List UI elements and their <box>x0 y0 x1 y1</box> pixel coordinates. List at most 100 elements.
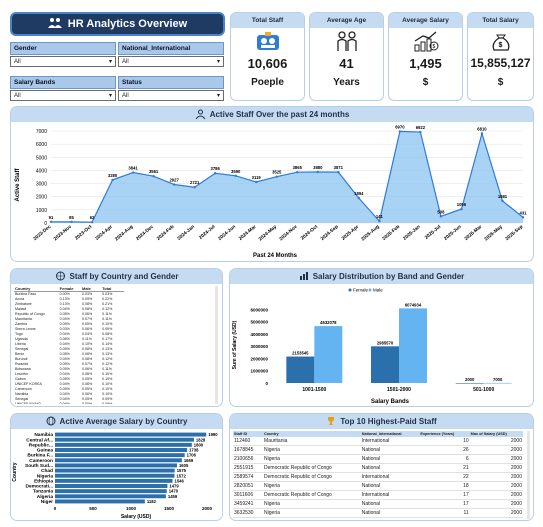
slicer-label: Gender <box>10 42 116 55</box>
active-staff-chart[interactable]: Active Staff Past 24 Months 010002000300… <box>11 123 533 262</box>
x-tick-label: 2025-Aug <box>360 224 380 243</box>
table-cell: 2820051 <box>233 481 264 491</box>
table-cell: 11 <box>419 508 470 518</box>
table-cell: 3459241 <box>233 499 264 509</box>
slicer-label: Salary Bands <box>10 76 116 89</box>
status-slicer[interactable]: Status All ▾ <box>118 76 224 104</box>
data-point <box>480 132 484 135</box>
x-tick-label: 2025-Feb <box>381 224 401 242</box>
table-cell: Nigeria <box>263 454 361 464</box>
x-tick-label: 2024-Mar <box>238 224 258 242</box>
table-cell: Mauritania <box>263 437 361 446</box>
data-point <box>501 199 504 203</box>
salary-distribution-chart[interactable]: Sum of Salary (USD) Salary Bands 0 100000… <box>230 285 533 407</box>
table-cell: National <box>360 499 420 509</box>
national-international-dropdown[interactable]: All ▾ <box>118 56 224 67</box>
data-label: 1459 <box>168 494 178 499</box>
data-label: 3525 <box>272 170 282 175</box>
x-tick-label: 2024-Apr <box>94 224 114 242</box>
table-cell: International <box>360 490 420 500</box>
panel-header: Top 10 Highest-Paid Staff <box>230 414 533 429</box>
top10-table-wrap[interactable]: Staff ID Country National_International Exp… <box>233 431 523 519</box>
bar <box>55 489 167 494</box>
globe-people-icon <box>55 271 66 283</box>
legend-marker <box>348 288 352 292</box>
gender-slicer[interactable]: Gender All ▾ <box>10 42 116 70</box>
y-tick-label: 6000000 <box>250 307 268 312</box>
slicer-label: National_International <box>118 42 224 55</box>
salary-bands-dropdown[interactable]: All ▾ <box>10 90 116 101</box>
table-cell: Nigeria <box>263 445 361 455</box>
dashboard-title: HR Analytics Overview <box>10 12 225 36</box>
y-tick-label: Ethiopia <box>34 478 53 484</box>
y-tick-label: 4000 <box>36 168 47 174</box>
data-label: 1990 <box>208 432 218 437</box>
table-cell: 5616030 <box>233 517 264 519</box>
y-tick-label: 3000 <box>36 182 47 188</box>
y-tick-label: 5000000 <box>250 320 268 325</box>
table-cell: Nigeria <box>263 481 361 491</box>
trophy-icon <box>326 416 336 428</box>
y-tick-label: 6000 <box>36 142 47 148</box>
data-point <box>378 219 381 223</box>
bar <box>483 382 512 384</box>
svg-text:$: $ <box>498 42 502 49</box>
table-cell: National <box>360 481 420 491</box>
bar <box>314 326 343 383</box>
table-cell: 2589574 <box>233 472 264 482</box>
table-cell: 2000 <box>469 508 523 518</box>
bar <box>399 308 427 383</box>
scrollbar[interactable] <box>527 431 530 519</box>
x-axis-label: Salary (USD) <box>121 514 152 520</box>
salary-distribution-panel: Salary Distribution by Band and Gender S… <box>229 268 534 407</box>
table-cell: 4 <box>419 517 470 519</box>
chart-title: Salary Distribution by Band and Gender <box>312 272 465 281</box>
data-label: 2985570 <box>377 340 394 345</box>
bar <box>455 382 484 384</box>
table-cell: National <box>360 508 420 518</box>
x-tick-label: 1000 <box>126 506 137 511</box>
kpi-unit: $ <box>422 77 429 88</box>
chart-title: Active Average Salary by Country <box>59 417 188 426</box>
status-dropdown[interactable]: All ▾ <box>118 90 224 101</box>
data-label: 1681 <box>498 194 508 199</box>
table-cell: 3011606 <box>233 490 264 500</box>
legend-label: Male <box>373 288 383 293</box>
people-chart-icon <box>195 109 206 121</box>
y-tick-label: 2000000 <box>250 356 268 361</box>
x-tick-label: 2024-Oct <box>300 224 320 242</box>
y-axis-label: Sum of Salary (USD) <box>232 320 238 369</box>
bar <box>55 468 175 473</box>
staff-country-table-wrap[interactable]: Country Female Male Total Burkina Faso 0.00%… <box>14 286 124 404</box>
table-row: 2100656 Nigeria National 6 2000 <box>233 454 523 464</box>
data-label: 2153545 <box>292 351 309 356</box>
data-point <box>193 186 196 189</box>
staff-badge-icon <box>231 31 304 53</box>
kpi-unit: Years <box>333 77 360 88</box>
data-point <box>521 216 525 219</box>
bar <box>55 499 145 504</box>
national-international-slicer[interactable]: National_International All ▾ <box>118 42 224 70</box>
data-point <box>70 220 73 224</box>
scrollbar[interactable] <box>215 286 218 404</box>
kpi-total-staff: Total Staff 10,606 Poeple <box>230 12 305 101</box>
money-bag-icon: $ <box>468 31 533 53</box>
table-row: 112460 Mauritania International 10 2000 <box>233 437 523 446</box>
x-tick-label: 2025-Jul <box>424 224 443 241</box>
gender-dropdown[interactable]: All ▾ <box>10 56 116 67</box>
table-cell: 22 <box>419 472 470 482</box>
x-tick-label: 2000 <box>202 506 213 511</box>
x-axis-label: Salary Bands <box>371 399 410 405</box>
x-tick-label: 2024-Feb <box>156 224 176 242</box>
table-cell: 2000 <box>469 454 523 464</box>
data-label: 7000 <box>493 377 503 382</box>
table-cell: 18 <box>419 481 470 491</box>
avg-salary-country-chart[interactable]: Country Salary (USD) Namibia 1990 Central … <box>11 430 222 521</box>
x-axis-label: Past 24 Months <box>253 253 298 259</box>
y-tick-label: 2000 <box>36 195 47 201</box>
data-point <box>131 171 135 174</box>
data-point <box>398 130 402 133</box>
salary-bands-slicer[interactable]: Salary Bands All ▾ <box>10 76 116 104</box>
table-cell: National <box>360 454 420 464</box>
data-point <box>90 220 94 224</box>
